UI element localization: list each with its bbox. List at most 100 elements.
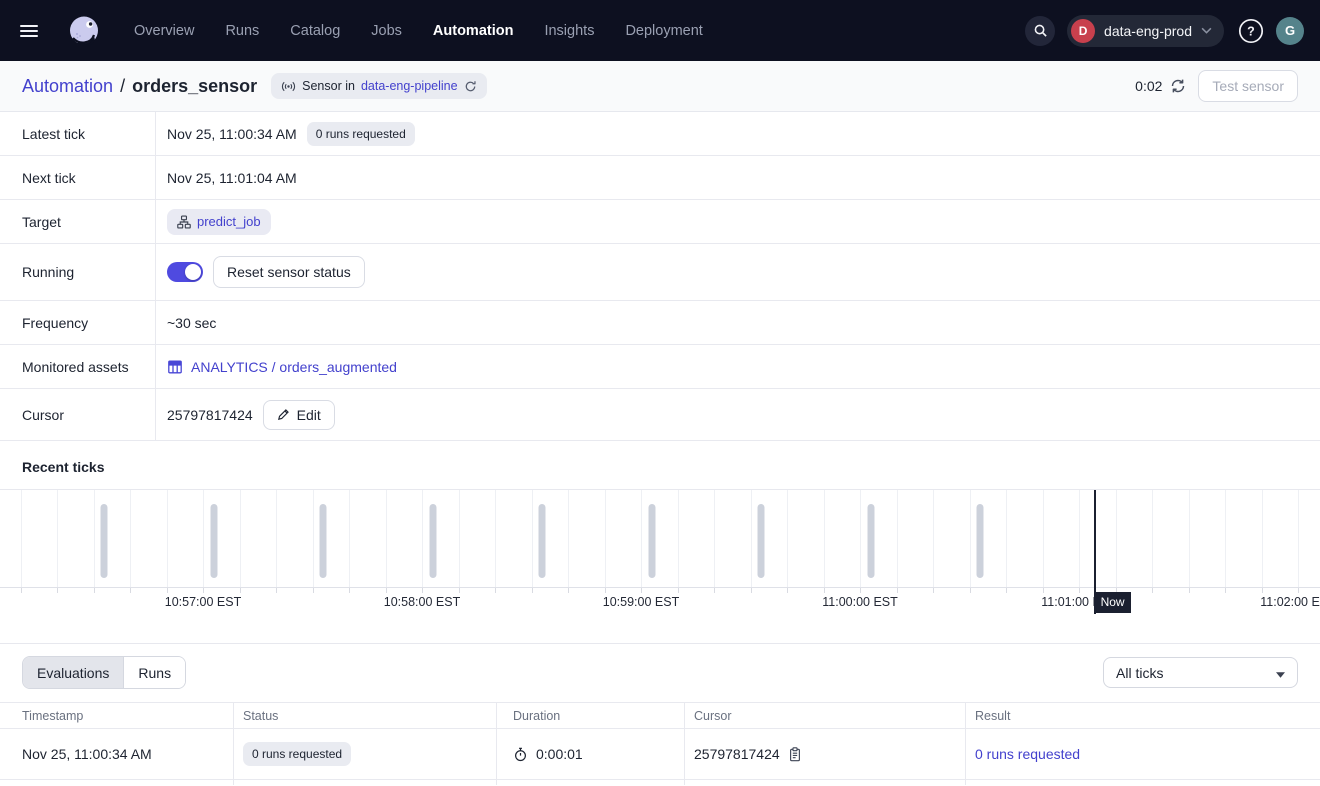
axis-label: 10:58:00 EST (384, 595, 460, 609)
frequency-label: Frequency (0, 315, 155, 331)
sensor-type-badge: Sensor in data-eng-pipeline (271, 73, 486, 99)
tick-bar[interactable] (210, 504, 217, 578)
target-job-link[interactable]: predict_job (167, 209, 271, 235)
page-header: Automation / orders_sensor Sensor in dat… (0, 61, 1320, 112)
nav-item-deployment[interactable]: Deployment (625, 23, 702, 39)
refresh-countdown: 0:02 (1135, 78, 1162, 94)
test-sensor-button[interactable]: Test sensor (1198, 70, 1298, 102)
now-tooltip: Now (1095, 592, 1131, 613)
ticks-toolbar: Evaluations Runs All ticks (0, 644, 1320, 689)
nav-item-jobs[interactable]: Jobs (371, 23, 402, 39)
gridline (459, 490, 460, 587)
tick-result-link[interactable]: 0 runs requested (975, 746, 1080, 762)
gridline (970, 490, 971, 587)
tick-bar[interactable] (101, 504, 108, 578)
axis-tick (94, 588, 95, 593)
reset-sensor-status-button[interactable]: Reset sensor status (213, 256, 365, 288)
refresh-button[interactable] (1170, 78, 1186, 94)
top-nav: Overview Runs Catalog Jobs Automation In… (0, 0, 1320, 61)
edit-cursor-button[interactable]: Edit (263, 400, 335, 430)
hamburger-menu-icon[interactable] (20, 16, 50, 46)
workspace-name: data-eng-prod (1104, 23, 1192, 39)
row-monitored-assets: Monitored assets ANALYTICS / orders_augm… (0, 345, 1320, 389)
row-latest-tick: Latest tick Nov 25, 11:00:34 AM 0 runs r… (0, 112, 1320, 156)
row-cursor: Cursor 25797817424 Edit (0, 389, 1320, 441)
tick-bar[interactable] (648, 504, 655, 578)
axis-tick (349, 588, 350, 593)
gridline (751, 490, 752, 587)
select-caret-icon (1276, 665, 1285, 681)
asset-table-icon (167, 359, 183, 375)
view-segmented-control: Evaluations Runs (22, 656, 186, 689)
sensor-details: Latest tick Nov 25, 11:00:34 AM 0 runs r… (0, 112, 1320, 441)
search-button[interactable] (1025, 16, 1055, 46)
axis-tick (787, 588, 788, 593)
axis-tick (130, 588, 131, 593)
gridline (167, 490, 168, 587)
workspace-switcher[interactable]: D data-eng-prod (1067, 15, 1224, 47)
copy-cursor-button[interactable] (788, 747, 802, 762)
latest-tick-label: Latest tick (0, 126, 155, 142)
frequency-value: ~30 sec (167, 315, 216, 331)
axis-label: 11:00:00 EST (822, 595, 898, 609)
axis-tick (1262, 588, 1263, 593)
gridline (130, 490, 131, 587)
help-button[interactable]: ? (1238, 18, 1264, 44)
stopwatch-icon (513, 747, 528, 762)
col-header-cursor: Cursor (684, 709, 965, 723)
nav-item-automation[interactable]: Automation (433, 23, 514, 39)
tick-filter-select[interactable]: All ticks (1103, 657, 1298, 688)
latest-tick-value: Nov 25, 11:00:34 AM (167, 126, 297, 142)
ticks-panel: Evaluations Runs All ticks Timestamp Sta… (0, 643, 1320, 785)
axis-tick (678, 588, 679, 593)
ticks-timeline-chart[interactable] (0, 489, 1320, 588)
job-icon (177, 215, 191, 229)
axis-tick (386, 588, 387, 593)
table-row: Nov 25, 11:00:34 AM 0 runs requested 0:0… (0, 728, 1320, 779)
user-avatar[interactable]: G (1276, 17, 1304, 45)
gridline (386, 490, 387, 587)
tab-evaluations[interactable]: Evaluations (23, 657, 123, 688)
axis-label: 10:57:00 EST (165, 595, 241, 609)
nav-item-runs[interactable]: Runs (225, 23, 259, 39)
row-target: Target predict_job (0, 200, 1320, 244)
tick-bar[interactable] (867, 504, 874, 578)
running-toggle[interactable] (167, 262, 203, 282)
breadcrumb-automation[interactable]: Automation (22, 76, 113, 97)
tab-runs[interactable]: Runs (123, 657, 185, 688)
monitored-assets-label: Monitored assets (0, 359, 155, 375)
axis-tick (714, 588, 715, 593)
nav-item-overview[interactable]: Overview (134, 23, 194, 39)
nav-item-catalog[interactable]: Catalog (290, 23, 340, 39)
col-header-timestamp: Timestamp (0, 709, 233, 723)
code-location-link[interactable]: data-eng-pipeline (361, 79, 458, 93)
table-header-row: Timestamp Status Duration Cursor Result (0, 702, 1320, 728)
monitored-asset-link[interactable]: ANALYTICS / orders_augmented (167, 359, 397, 375)
tick-bar[interactable] (758, 504, 765, 578)
chevron-down-icon (1201, 27, 1212, 34)
axis-label: 10:59:00 EST (603, 595, 679, 609)
gridline (1189, 490, 1190, 587)
axis-tick (568, 588, 569, 593)
tick-bar[interactable] (320, 504, 327, 578)
gridline (203, 490, 204, 587)
tick-duration: 0:00:01 (536, 746, 583, 762)
tick-filter-value: All ticks (1116, 665, 1163, 681)
tick-bar[interactable] (539, 504, 546, 578)
gridline (1225, 490, 1226, 587)
reload-location-icon[interactable] (464, 80, 477, 93)
dagster-logo[interactable] (64, 11, 104, 51)
next-tick-label: Next tick (0, 170, 155, 186)
axis-tick (824, 588, 825, 593)
tick-bar[interactable] (977, 504, 984, 578)
axis-tick (1189, 588, 1190, 593)
ticks-timeline-axis: 10:57:00 EST 10:58:00 EST 10:59:00 EST 11:0… (0, 588, 1320, 616)
gridline (1262, 490, 1263, 587)
row-next-tick: Next tick Nov 25, 11:01:04 AM (0, 156, 1320, 200)
search-icon (1033, 23, 1048, 38)
gridline (1116, 490, 1117, 587)
nav-item-insights[interactable]: Insights (544, 23, 594, 39)
column-divider (965, 702, 966, 785)
tick-bar[interactable] (429, 504, 436, 578)
gridline (1043, 490, 1044, 587)
